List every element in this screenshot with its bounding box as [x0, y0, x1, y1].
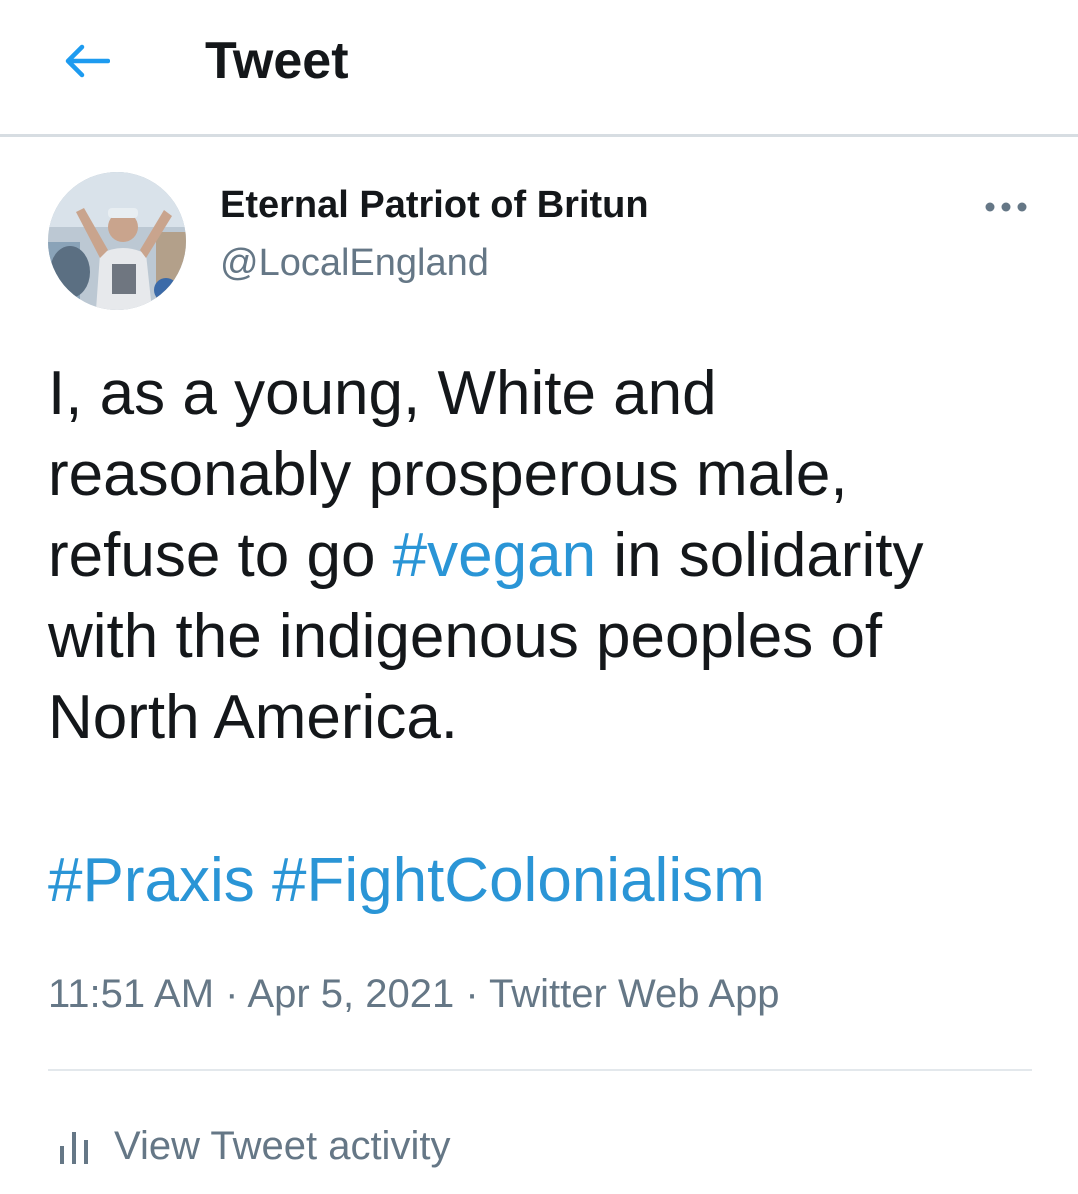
tweet-text-segment: refuse to go	[48, 521, 393, 590]
hashtag-fightcolonialism-link[interactable]: #FightColonialism	[272, 846, 765, 915]
tweet-text: I, as a young, White and reasonably pros…	[48, 353, 1038, 758]
divider	[48, 1069, 1032, 1071]
page-title: Tweet	[205, 32, 349, 90]
hashtag-vegan-link[interactable]: #vegan	[393, 521, 596, 590]
view-tweet-activity-button[interactable]: View Tweet activity	[58, 1118, 450, 1174]
meta-separator: ·	[454, 972, 490, 1016]
author-handle[interactable]: @LocalEngland	[220, 240, 489, 286]
more-options-button[interactable]	[978, 190, 1034, 224]
tweet-text-line: I, as a young, White and	[48, 359, 717, 428]
meta-separator: ·	[214, 972, 248, 1016]
tweet-text-line: refuse to go #vegan in solidarity	[48, 515, 1038, 596]
back-button[interactable]	[58, 38, 114, 84]
more-horizontal-icon	[985, 202, 1027, 212]
tweet-time[interactable]: 11:51 AM	[48, 972, 214, 1016]
hashtag-praxis-link[interactable]: #Praxis	[48, 846, 255, 915]
tweet-source[interactable]: Twitter Web App	[489, 972, 780, 1016]
hashtags: #Praxis #FightColonialism	[48, 840, 765, 921]
activity-label: View Tweet activity	[114, 1124, 451, 1168]
tweet-date[interactable]: Apr 5, 2021	[247, 972, 454, 1016]
avatar[interactable]	[48, 172, 186, 310]
profile-photo	[48, 172, 186, 310]
tweet-meta: 11:51 AM · Apr 5, 2021 · Twitter Web App	[48, 966, 780, 1022]
tweet-text-line: with the indigenous peoples of	[48, 602, 883, 671]
author-display-name[interactable]: Eternal Patriot of Britun	[220, 182, 649, 228]
tweet-text-segment: in solidarity	[596, 521, 924, 590]
analytics-icon	[60, 1132, 88, 1164]
top-bar: Tweet	[0, 0, 1078, 137]
arrow-left-icon	[65, 44, 110, 78]
tweet-text-line: reasonably prosperous male,	[48, 440, 848, 509]
tweet-text-line: North America.	[48, 683, 459, 752]
